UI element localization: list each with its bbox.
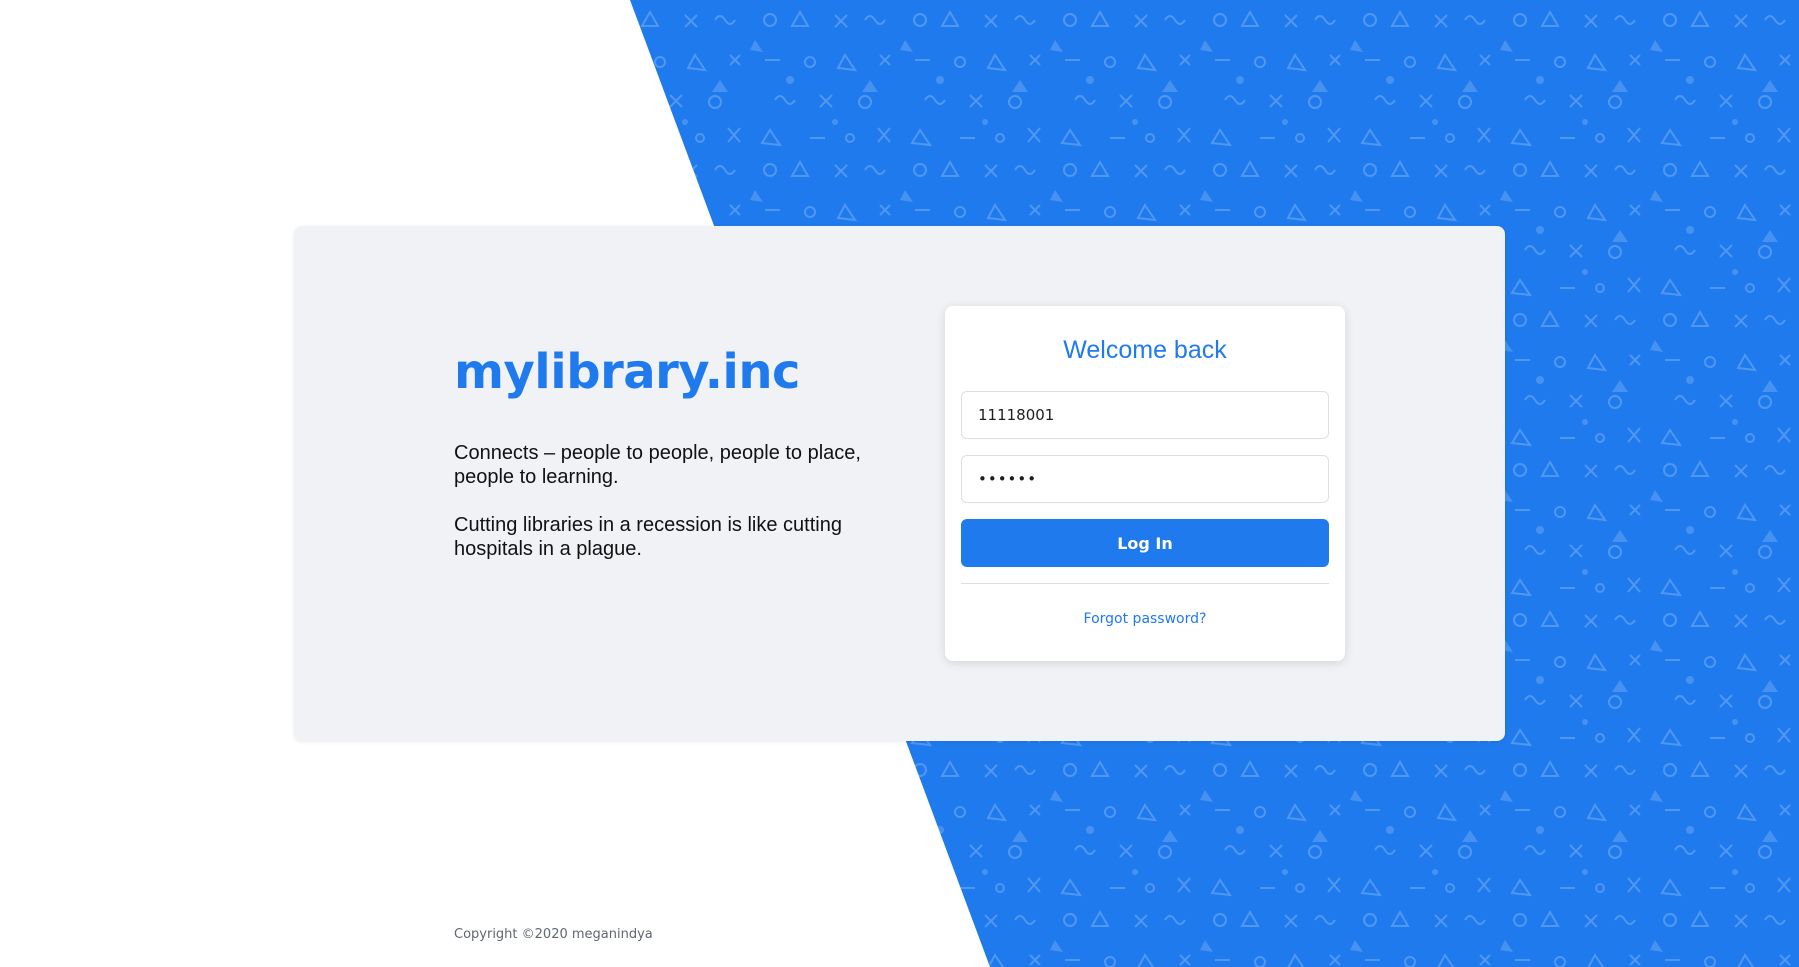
tagline-recession: Cutting libraries in a recession is like…: [454, 514, 842, 560]
divider: [961, 583, 1329, 584]
welcome-heading: Welcome back: [1063, 336, 1227, 364]
login-form: Welcome back Log In Forgot password?: [945, 306, 1345, 661]
username-field[interactable]: [961, 391, 1329, 439]
login-button[interactable]: Log In: [961, 519, 1329, 567]
brand-title: mylibrary.inc: [454, 344, 801, 400]
copyright-footer: Copyright ©2020 meganindya: [454, 927, 653, 942]
tagline-connects: Connects – people to people, people to p…: [454, 442, 861, 488]
password-field[interactable]: [961, 455, 1329, 503]
forgot-password-link[interactable]: Forgot password?: [945, 611, 1345, 627]
main-card: mylibrary.inc Connects – people to peopl…: [294, 226, 1505, 741]
